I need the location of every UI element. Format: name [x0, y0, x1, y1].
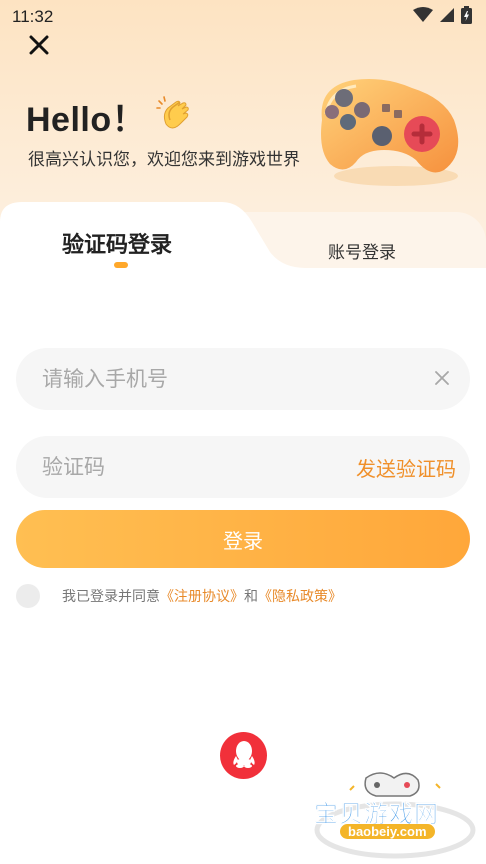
close-button[interactable]	[22, 30, 56, 64]
status-icons	[413, 6, 472, 28]
cellular-signal-icon	[439, 7, 455, 27]
privacy-link[interactable]: 《隐私政策》	[258, 589, 342, 605]
close-icon	[29, 35, 49, 59]
battery-icon	[461, 6, 472, 28]
clear-phone-button[interactable]	[428, 365, 456, 393]
watermark-url: baobeiy.com	[340, 824, 435, 839]
code-input[interactable]	[42, 455, 356, 479]
qq-penguin-icon	[232, 740, 256, 772]
page-title: Hello！	[26, 101, 147, 139]
gamepad-icon	[304, 58, 474, 202]
welcome-subtitle: 很高兴认识您，欢迎您来到游戏世界	[28, 150, 300, 170]
tab-account-login[interactable]: 账号登录	[328, 238, 396, 263]
agreement-text: 我已登录并同意《注册协议》和《隐私政策》	[62, 586, 342, 606]
tab-sms-login[interactable]: 验证码登录	[62, 227, 172, 259]
watermark: 宝贝游戏网 baobeiy.com	[310, 768, 480, 860]
login-button[interactable]: 登录	[16, 510, 470, 568]
code-field: 发送验证码	[16, 436, 470, 498]
status-time: 11:32	[12, 7, 54, 26]
status-bar: 11:32	[0, 0, 486, 34]
phone-input[interactable]	[42, 367, 428, 391]
agreement-and: 和	[244, 589, 258, 605]
agreement-row: 我已登录并同意《注册协议》和《隐私政策》	[16, 584, 342, 608]
phone-field	[16, 348, 470, 410]
terms-link[interactable]: 《注册协议》	[160, 589, 244, 605]
clear-icon	[435, 370, 449, 389]
send-code-button[interactable]: 发送验证码	[356, 453, 456, 482]
clapping-hands-icon	[156, 94, 196, 138]
qq-login-button[interactable]	[220, 732, 267, 779]
wifi-icon	[413, 7, 433, 27]
agreement-checkbox[interactable]	[16, 584, 40, 608]
agreement-prefix: 我已登录并同意	[62, 589, 160, 605]
